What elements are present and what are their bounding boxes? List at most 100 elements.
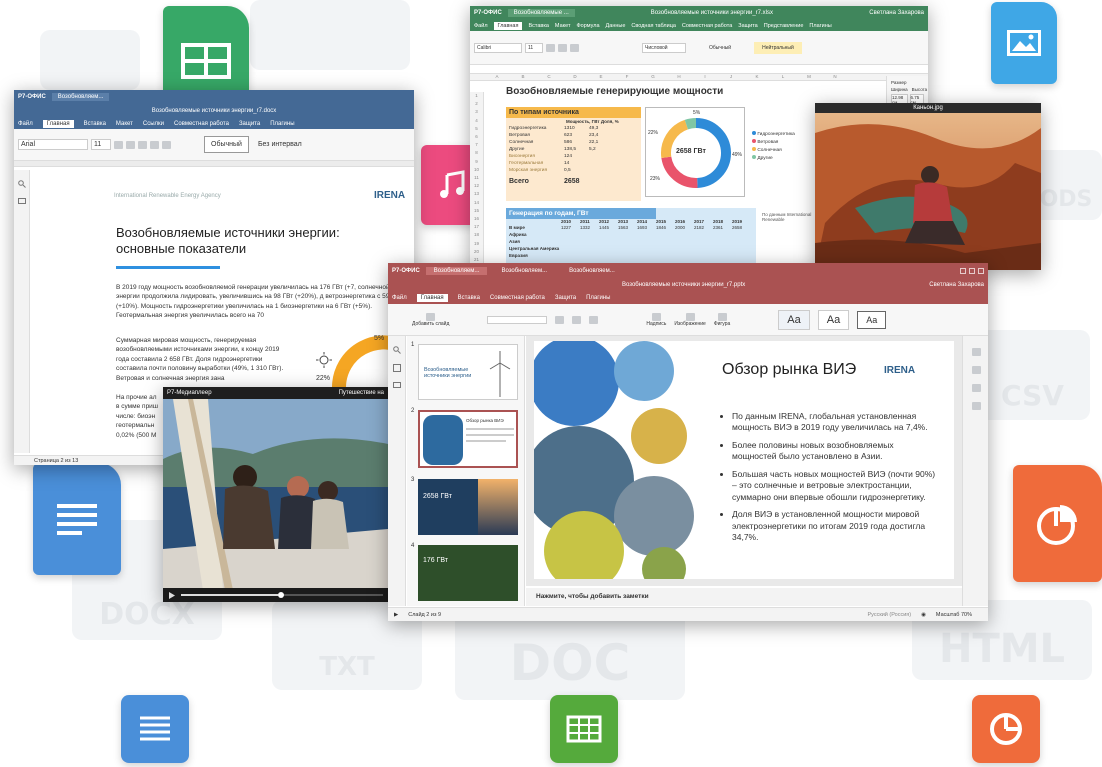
pres-menu-home[interactable]: Главная <box>416 294 448 302</box>
source-cell[interactable] <box>589 167 614 174</box>
notes-pane[interactable]: Нажмите, чтобы добавить заметки <box>526 588 962 606</box>
menu-plugins[interactable]: Плагины <box>270 121 294 127</box>
spellcheck-icon[interactable]: ◉ <box>921 612 926 618</box>
shape-button[interactable]: Фигура <box>714 312 730 327</box>
row-header[interactable]: 15 <box>470 207 483 215</box>
underline-icon[interactable] <box>138 140 147 149</box>
column-header[interactable]: J <box>718 74 744 80</box>
pres-tab-3[interactable]: Возобновляем... <box>561 267 623 275</box>
source-cell[interactable]: 22,1 <box>589 139 614 146</box>
source-cell[interactable]: 14 <box>564 160 589 167</box>
column-header[interactable]: E <box>588 74 614 80</box>
source-cell[interactable]: 124 <box>564 153 589 160</box>
sheet-align-icon[interactable] <box>570 43 579 52</box>
row-header[interactable]: 16 <box>470 215 483 223</box>
pres-tab-2[interactable]: Возобновляем... <box>493 267 555 275</box>
thumb-3[interactable]: 2658 ГВт <box>418 479 518 535</box>
row-header[interactable]: 2 <box>470 100 483 108</box>
minimize-icon[interactable] <box>960 267 966 274</box>
style-normal[interactable]: Обычный <box>204 136 249 153</box>
menu-home[interactable]: Главная <box>42 119 74 128</box>
current-slide[interactable]: Обзор рынка ВИЭ IRENA По данным IRENA, г… <box>534 341 954 579</box>
pres-menu-protect[interactable]: Защита <box>555 295 576 301</box>
column-header[interactable]: D <box>562 74 588 80</box>
caption-button[interactable]: Надпись <box>646 312 666 327</box>
column-header[interactable]: N <box>822 74 848 80</box>
maximize-icon[interactable] <box>969 267 975 274</box>
source-cell[interactable]: Ветровая <box>509 132 564 139</box>
donut-chart-frame[interactable]: 2658 ГВт 5% 22% 23% 49% <box>645 107 745 197</box>
column-header[interactable]: H <box>666 74 692 80</box>
menu-layout[interactable]: Макет <box>116 121 133 127</box>
source-cell[interactable]: 586 <box>564 139 589 146</box>
sheet-menu-home[interactable]: Главная <box>493 21 523 30</box>
source-cell[interactable]: 49,3 <box>589 125 614 132</box>
thumb-1[interactable]: Возобновляемые источники энергии <box>418 344 518 400</box>
theme-style-1[interactable]: Aa <box>778 309 810 330</box>
sheet-font-select[interactable]: Calibri <box>474 42 522 53</box>
sheet-menu-pivot[interactable]: Сводная таблица <box>631 23 676 29</box>
source-cell[interactable]: 23,4 <box>589 132 614 139</box>
row-header[interactable]: 3 <box>470 108 483 116</box>
column-header[interactable]: B <box>510 74 536 80</box>
pres-font-select[interactable] <box>487 315 548 324</box>
sheet-menu-collab[interactable]: Совместная работа <box>682 23 732 29</box>
source-cell[interactable]: Геотермальная <box>509 160 564 167</box>
row-header[interactable]: 1 <box>470 92 483 100</box>
comment-icon[interactable] <box>18 198 26 206</box>
sheet-bold-icon[interactable] <box>546 43 555 52</box>
sheet-menu-insert[interactable]: Вставка <box>528 23 548 29</box>
font-name-select[interactable]: Arial <box>18 139 88 150</box>
paragraph-settings-icon[interactable] <box>972 402 981 410</box>
row-header[interactable]: 4 <box>470 117 483 125</box>
sheet-menu-file[interactable]: Файл <box>474 23 488 29</box>
pres-menu-file[interactable]: Файл <box>392 295 407 301</box>
menu-protect[interactable]: Защита <box>239 121 260 127</box>
pres-menu-collab[interactable]: Совместная работа <box>490 295 545 301</box>
row-header[interactable]: 11 <box>470 174 483 182</box>
pres-italic-icon[interactable] <box>572 315 582 324</box>
theme-style-2[interactable]: Aa <box>817 309 850 330</box>
sheet-menu-layout[interactable]: Макет <box>555 23 571 29</box>
sheet-menu-protect[interactable]: Защита <box>738 23 758 29</box>
column-header[interactable]: M <box>796 74 822 80</box>
menu-file[interactable]: Файл <box>18 121 33 127</box>
row-header[interactable]: 18 <box>470 231 483 239</box>
pres-bold-icon[interactable] <box>555 315 565 324</box>
menu-insert[interactable]: Вставка <box>84 121 106 127</box>
source-cell[interactable]: Солнечная <box>509 139 564 146</box>
pres-tab-1[interactable]: Возобновляем... <box>425 266 488 275</box>
image-settings-icon[interactable] <box>972 384 981 392</box>
sheet-tab[interactable]: Возобновляемые ... <box>507 9 575 17</box>
sheet-style-normal[interactable]: Обычный <box>709 45 731 51</box>
font-size-select[interactable]: 11 <box>91 139 111 150</box>
row-header[interactable]: 10 <box>470 166 483 174</box>
thumb-4[interactable]: 176 ГВт <box>418 545 518 601</box>
bold-icon[interactable] <box>114 140 123 149</box>
formula-bar[interactable] <box>470 65 928 74</box>
pres-search-icon[interactable] <box>393 346 401 354</box>
source-cell[interactable]: Другие <box>509 146 564 153</box>
play-icon[interactable] <box>168 591 175 599</box>
row-header[interactable]: 20 <box>470 248 483 256</box>
column-header[interactable]: L <box>770 74 796 80</box>
image-button[interactable]: Изображение <box>674 312 706 327</box>
doc-tab[interactable]: Возобновляем... <box>51 93 110 101</box>
pres-menu-plugins[interactable]: Плагины <box>586 295 610 301</box>
style-no-spacing[interactable]: Без интервал <box>252 137 308 152</box>
source-cell[interactable]: 623 <box>564 132 589 139</box>
sheet-style-neutral[interactable]: Нейтральный <box>754 41 802 54</box>
row-header[interactable]: 7 <box>470 141 483 149</box>
source-cell[interactable]: 138,5 <box>564 146 589 153</box>
row-header[interactable]: 8 <box>470 149 483 157</box>
menu-references[interactable]: Ссылки <box>143 121 164 127</box>
zoom-level[interactable]: Масштаб 70% <box>936 612 972 618</box>
sheet-menu-data[interactable]: Данные <box>606 23 626 29</box>
slides-icon[interactable] <box>393 364 401 372</box>
row-header[interactable]: 19 <box>470 240 483 248</box>
pres-comment-icon[interactable] <box>393 382 401 390</box>
theme-style-3[interactable]: Aa <box>857 310 887 329</box>
row-header[interactable]: 9 <box>470 158 483 166</box>
pres-menu-insert[interactable]: Вставка <box>458 295 480 301</box>
search-icon[interactable] <box>18 180 26 188</box>
